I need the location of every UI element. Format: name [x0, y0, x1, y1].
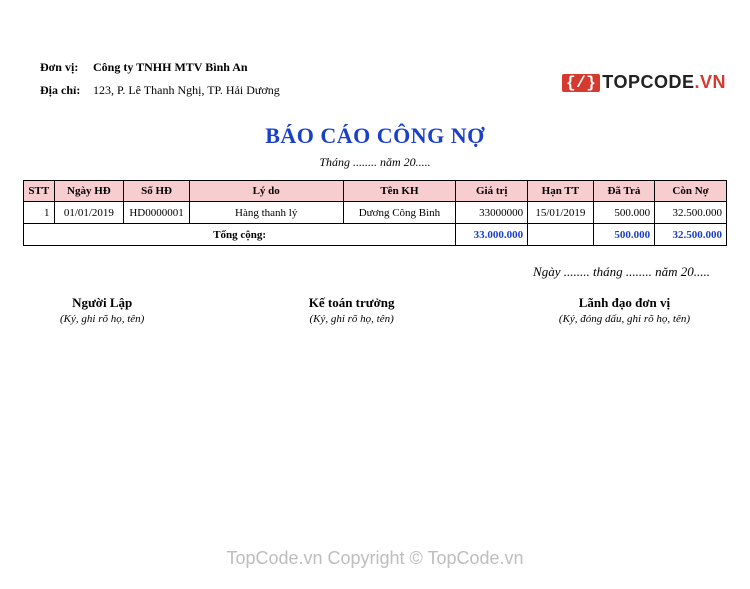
cell-han-tt: 15/01/2019: [528, 202, 594, 224]
cell-ly-do: Hàng thanh lý: [189, 202, 343, 224]
col-ly-do: Lý do: [189, 181, 343, 202]
report-title: BÁO CÁO CÔNG NỢ: [0, 123, 750, 149]
brand-tld: .VN: [694, 72, 726, 92]
col-han-tt: Hạn TT: [528, 181, 594, 202]
signature-center: Kế toán trưởng (Ký, ghi rõ họ, tên): [309, 295, 395, 325]
signature-center-note: (Ký, ghi rõ họ, tên): [309, 313, 395, 325]
col-so-hd: Số HĐ: [124, 181, 190, 202]
brand-logo: {/}TOPCODE.VN: [562, 72, 726, 93]
watermark: TopCode.vn Copyright © TopCode.vn: [0, 548, 750, 569]
total-han-tt: [528, 224, 594, 246]
cell-gia-tri: 33000000: [456, 202, 528, 224]
col-gia-tri: Giá trị: [456, 181, 528, 202]
col-da-tra: Đã Trả: [593, 181, 655, 202]
signature-right: Lãnh đạo đơn vị (Ký, đóng dấu, ghi rõ họ…: [559, 295, 690, 325]
unit-value: Công ty TNHH MTV Bình An: [93, 60, 248, 74]
total-label: Tổng cộng:: [24, 224, 456, 246]
total-da-tra: 500.000: [593, 224, 655, 246]
col-ngay-hd: Ngày HĐ: [54, 181, 124, 202]
sign-date-line: Ngày ........ tháng ........ năm 20.....: [0, 264, 710, 280]
total-con-no: 32.500.000: [655, 224, 727, 246]
table-total-row: Tổng cộng: 33.000.000 500.000 32.500.000: [24, 224, 727, 246]
cell-da-tra: 500.000: [593, 202, 655, 224]
cell-so-hd: HD0000001: [124, 202, 190, 224]
cell-stt: 1: [24, 202, 55, 224]
cell-con-no: 32.500.000: [655, 202, 727, 224]
unit-label: Đơn vị:: [40, 60, 90, 75]
address-label: Địa chỉ:: [40, 83, 90, 98]
brand-name: TOPCODE: [602, 72, 694, 92]
signature-left: Người Lập (Ký, ghi rõ họ, tên): [60, 295, 144, 325]
brand-icon: {/}: [562, 74, 600, 92]
debt-table: STT Ngày HĐ Số HĐ Lý do Tên KH Giá trị H…: [23, 180, 727, 246]
report-subtitle: Tháng ........ năm 20.....: [0, 155, 750, 170]
signature-center-role: Kế toán trưởng: [309, 295, 395, 311]
col-ten-kh: Tên KH: [343, 181, 456, 202]
col-stt: STT: [24, 181, 55, 202]
signatures: Người Lập (Ký, ghi rõ họ, tên) Kế toán t…: [60, 295, 690, 325]
total-gia-tri: 33.000.000: [456, 224, 528, 246]
col-con-no: Còn Nợ: [655, 181, 727, 202]
table-row: 1 01/01/2019 HD0000001 Hàng thanh lý Dươ…: [24, 202, 727, 224]
cell-ngay-hd: 01/01/2019: [54, 202, 124, 224]
signature-left-role: Người Lập: [60, 295, 144, 311]
cell-ten-kh: Dương Công Bình: [343, 202, 456, 224]
address-value: 123, P. Lê Thanh Nghị, TP. Hải Dương: [93, 83, 280, 97]
signature-right-note: (Ký, đóng dấu, ghi rõ họ, tên): [559, 313, 690, 325]
signature-left-note: (Ký, ghi rõ họ, tên): [60, 313, 144, 325]
signature-right-role: Lãnh đạo đơn vị: [559, 295, 690, 311]
table-header-row: STT Ngày HĐ Số HĐ Lý do Tên KH Giá trị H…: [24, 181, 727, 202]
